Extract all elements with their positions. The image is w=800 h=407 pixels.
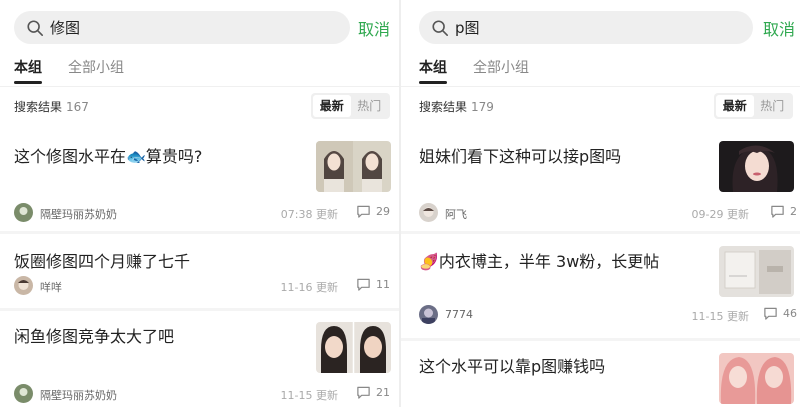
results-label: 搜索结果 [14,100,63,114]
list-item[interactable]: 姐妹们看下这种可以接p图吗 阿飞 09-29 更新 2 [401,123,800,231]
author-name[interactable]: 隔壁玛丽苏奶奶 [40,387,117,403]
post-meta: 7774 11-15 更新 46 [419,305,797,325]
tab-this-group[interactable]: 本组 [419,58,447,84]
app-root: 修图 取消 本组 全部小组 搜索结果 167 最新 热门 这个修图水平在🐟算贵吗?… [0,0,800,407]
cancel-button[interactable]: 取消 [358,16,390,40]
comment-count[interactable]: 11 [356,277,390,292]
post-meta: 咩咩 11-16 更新 11 [14,276,390,296]
comment-count[interactable]: 29 [356,204,390,219]
search-panel-left: 修图 取消 本组 全部小组 搜索结果 167 最新 热门 这个修图水平在🐟算贵吗?… [0,0,399,407]
author-name[interactable]: 7774 [445,308,473,321]
avatar[interactable] [14,203,33,222]
post-meta: 阿飞 09-29 更新 2 [419,203,797,223]
comment-count[interactable]: 46 [763,306,797,321]
avatar[interactable] [419,305,438,324]
update-time: 11-15 更新 [691,310,749,323]
results-summary: 搜索结果 167 [14,98,89,115]
post-meta: 隔壁玛丽苏奶奶 11-15 更新 21 [14,384,390,404]
search-query: p图 [455,19,480,37]
sort-toggle: 最新 热门 [311,93,390,119]
comment-number: 46 [783,307,797,320]
comment-number: 21 [376,386,390,399]
tab-this-group[interactable]: 本组 [14,58,42,84]
post-meta: 隔壁玛丽苏奶奶 07:38 更新 29 [14,203,390,223]
list-item[interactable]: 这个水平可以靠p图赚钱吗 [401,341,800,407]
tab-all-groups[interactable]: 全部小组 [473,58,529,84]
comment-number: 2 [790,205,797,218]
divider [401,86,800,87]
list-item[interactable]: 这个修图水平在🐟算贵吗? 隔壁玛丽苏奶奶 07:38 更新 29 [0,123,399,231]
tab-all-groups[interactable]: 全部小组 [68,58,124,84]
search-icon [27,19,44,36]
comment-icon [764,307,777,320]
post-thumbnail[interactable] [719,353,794,404]
list-item[interactable]: 🍠内衣博主，半年 3w粉，长更帖 7774 11-15 更新 46 [401,234,800,338]
author-name[interactable]: 隔壁玛丽苏奶奶 [40,206,117,222]
post-title[interactable]: 这个水平可以靠p图赚钱吗 [419,353,605,377]
search-query: 修图 [50,19,81,37]
sort-hot-button[interactable]: 热门 [754,95,792,117]
results-summary: 搜索结果 179 [419,98,494,115]
avatar[interactable] [14,384,33,403]
update-time: 09-29 更新 [691,208,749,221]
search-icon [432,19,449,36]
comment-number: 11 [376,278,390,291]
post-thumbnail[interactable] [719,141,794,192]
post-title[interactable]: 闲鱼修图竞争太大了吧 [14,323,174,347]
comment-icon [771,205,784,218]
sort-latest-button[interactable]: 最新 [716,95,754,117]
comment-icon [357,386,370,399]
tab-bar: 本组 全部小组 [14,58,150,88]
sort-toggle: 最新 热门 [714,93,793,119]
results-count: 179 [471,100,494,114]
cancel-button[interactable]: 取消 [763,16,795,40]
post-title[interactable]: 🍠内衣博主，半年 3w粉，长更帖 [419,248,659,272]
results-label: 搜索结果 [419,100,468,114]
update-time: 11-16 更新 [280,281,338,294]
sort-hot-button[interactable]: 热门 [351,95,389,117]
comment-icon [357,205,370,218]
avatar[interactable] [419,203,438,222]
update-time: 11-15 更新 [280,389,338,402]
comment-number: 29 [376,205,390,218]
sort-latest-button[interactable]: 最新 [313,95,351,117]
comment-count[interactable]: 2 [770,204,797,219]
comment-icon [357,278,370,291]
post-title[interactable]: 姐妹们看下这种可以接p图吗 [419,143,621,167]
search-input[interactable]: p图 [419,11,753,44]
update-time: 07:38 更新 [280,208,338,221]
author-name[interactable]: 咩咩 [40,279,62,295]
comment-count[interactable]: 21 [356,385,390,400]
tab-bar: 本组 全部小组 [419,58,555,88]
list-item[interactable]: 闲鱼修图竞争太大了吧 隔壁玛丽苏奶奶 11-15 更新 21 [0,311,399,407]
search-input[interactable]: 修图 [14,11,350,44]
post-thumbnail[interactable] [316,322,391,373]
post-title[interactable]: 这个修图水平在🐟算贵吗? [14,143,202,167]
results-count: 167 [66,100,89,114]
avatar[interactable] [14,276,33,295]
list-item[interactable]: 饭圈修图四个月赚了七千 咩咩 11-16 更新 11 [0,234,399,308]
divider [0,86,399,87]
search-panel-right: p图 取消 本组 全部小组 搜索结果 179 最新 热门 姐妹们看下这种可以接p图… [401,0,800,407]
post-thumbnail[interactable] [719,246,794,297]
author-name[interactable]: 阿飞 [445,206,467,222]
post-title[interactable]: 饭圈修图四个月赚了七千 [14,248,190,272]
post-thumbnail[interactable] [316,141,391,192]
